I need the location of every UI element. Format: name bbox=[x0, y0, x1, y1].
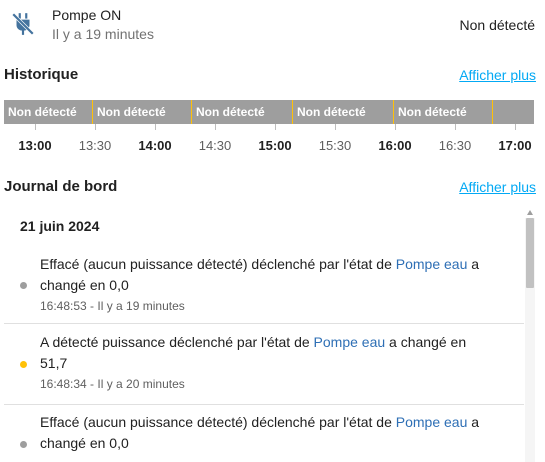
timeline-segment-label: Non détecté bbox=[8, 105, 77, 119]
axis-tick bbox=[395, 124, 396, 130]
timeline-segment-label: Non détecté bbox=[297, 105, 366, 119]
timeline-segment-label: Non détecté bbox=[398, 105, 467, 119]
logbook-entry-time: 16:48:34 - Il y a 20 minutes bbox=[40, 377, 185, 391]
entity-last-changed: Il y a 19 minutes bbox=[52, 26, 154, 42]
axis-label: 16:00 bbox=[378, 138, 412, 153]
entity-link[interactable]: Pompe eau bbox=[396, 414, 468, 430]
logbook-entry-time: 16:48:53 - Il y a 19 minutes bbox=[40, 299, 185, 313]
axis-label: 15:00 bbox=[258, 138, 292, 153]
entity-link[interactable]: Pompe eau bbox=[314, 334, 386, 350]
axis-label: 13:00 bbox=[18, 138, 52, 153]
axis-tick bbox=[335, 124, 336, 130]
history-title: Historique bbox=[4, 66, 79, 83]
state-dot-icon bbox=[20, 441, 27, 448]
logbook-show-more-link[interactable]: Afficher plus bbox=[459, 179, 536, 195]
axis-tick bbox=[155, 124, 156, 130]
axis-tick bbox=[35, 124, 36, 130]
axis-label: 13:30 bbox=[78, 138, 112, 153]
axis-label: 15:30 bbox=[318, 138, 352, 153]
logbook-entry-message: Effacé (aucun puissance détecté) déclenc… bbox=[40, 412, 510, 454]
axis-label: 14:00 bbox=[138, 138, 172, 153]
logbook-entry-message: A détecté puissance déclenché par l'état… bbox=[40, 332, 510, 374]
axis-label: 17:00 bbox=[498, 138, 532, 153]
entry-text-start: Effacé (aucun puissance détecté) déclenc… bbox=[40, 414, 396, 430]
axis-label: 16:30 bbox=[438, 138, 472, 153]
entry-text-start: Effacé (aucun puissance détecté) déclenc… bbox=[40, 256, 396, 272]
axis-tick bbox=[455, 124, 456, 130]
state-dot-icon bbox=[20, 282, 27, 289]
entry-text-end: a bbox=[467, 256, 480, 272]
entry-text-end: a changé en bbox=[385, 334, 467, 350]
scroll-up-arrow-icon[interactable] bbox=[527, 210, 533, 215]
logbook-entry-message: Effacé (aucun puissance détecté) déclenc… bbox=[40, 254, 510, 296]
scrollbar-thumb[interactable] bbox=[526, 218, 534, 288]
timeline-segment-label: Non détecté bbox=[97, 105, 166, 119]
logbook-list[interactable]: 21 juin 2024 Effacé (aucun puissance dét… bbox=[4, 208, 524, 462]
axis-tick bbox=[215, 124, 216, 130]
state-dot-icon bbox=[20, 361, 27, 368]
timeline-segment[interactable]: Non détecté bbox=[394, 100, 492, 124]
logbook-date-header: 21 juin 2024 bbox=[20, 218, 100, 234]
axis-tick bbox=[515, 124, 516, 130]
logbook-divider bbox=[4, 404, 524, 405]
axis-tick bbox=[95, 124, 96, 130]
timeline-ticks bbox=[4, 124, 534, 132]
entity-header[interactable]: Pompe ON Il y a 19 minutes Non détecté bbox=[0, 0, 545, 50]
logbook-title: Journal de bord bbox=[4, 178, 118, 195]
axis-label: 14:30 bbox=[198, 138, 232, 153]
axis-tick bbox=[275, 124, 276, 130]
history-show-more-link[interactable]: Afficher plus bbox=[459, 67, 536, 83]
entry-text-end: a bbox=[467, 414, 480, 430]
power-plug-off-icon bbox=[12, 13, 34, 35]
timeline-segment[interactable]: Non détecté bbox=[293, 100, 393, 124]
timeline-segment-label: Non détecté bbox=[196, 105, 265, 119]
timeline-segment[interactable] bbox=[493, 100, 534, 124]
entity-name: Pompe ON bbox=[52, 7, 122, 23]
timeline-segment[interactable]: Non détecté bbox=[192, 100, 292, 124]
timeline-segment[interactable]: Non détecté bbox=[4, 100, 92, 124]
timeline-segment[interactable]: Non détecté bbox=[93, 100, 191, 124]
entry-text-start: A détecté puissance déclenché par l'état… bbox=[40, 334, 314, 350]
entry-text-line2: 51,7 bbox=[40, 355, 68, 371]
history-timeline[interactable]: Non détecté Non détecté Non détecté Non … bbox=[4, 100, 534, 124]
logbook-divider bbox=[4, 323, 524, 324]
entity-state: Non détecté bbox=[459, 17, 536, 33]
entry-text-line2: changé en 0,0 bbox=[40, 435, 129, 451]
entity-link[interactable]: Pompe eau bbox=[396, 256, 468, 272]
entry-text-line2: changé en 0,0 bbox=[40, 277, 129, 293]
